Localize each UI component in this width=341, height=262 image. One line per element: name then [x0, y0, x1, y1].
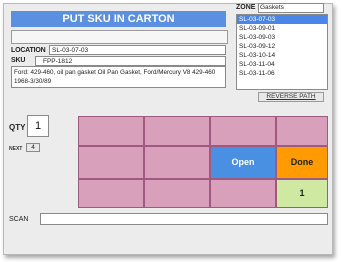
scan-input[interactable]	[40, 213, 328, 225]
location-list-item[interactable]: SL-03-11-06	[237, 69, 327, 78]
page-title: PUT SKU IN CARTON	[11, 11, 226, 27]
done-button[interactable]: Done	[276, 146, 328, 179]
location-field[interactable]: SL-03-07-03	[49, 45, 226, 55]
location-list-item[interactable]: SL-03-09-03	[237, 33, 327, 42]
location-list-item[interactable]: SL-03-10-14	[237, 51, 327, 60]
grid-button-r1c4[interactable]	[276, 116, 328, 146]
quantity-one-button[interactable]: 1	[276, 179, 328, 208]
next-label: NEXT	[9, 146, 23, 152]
zone-label: ZONE	[236, 4, 256, 11]
location-label: LOCATION	[11, 47, 46, 54]
grid-button-r1c1[interactable]	[78, 116, 144, 146]
sku-field[interactable]: FPP-1812	[35, 56, 226, 66]
grid-button-r2c2[interactable]	[144, 146, 210, 179]
location-list-item[interactable]: SL-03-07-03	[237, 15, 327, 24]
qty-input[interactable]: 1	[27, 115, 49, 137]
qty-label: QTY	[9, 123, 26, 132]
sku-label: SKU	[11, 57, 26, 64]
location-list-item[interactable]: SL-03-11-04	[237, 60, 327, 69]
grid-button-r3c2[interactable]	[144, 179, 210, 208]
grid-button-r3c3[interactable]	[210, 179, 276, 208]
grid-button-r3c1[interactable]	[78, 179, 144, 208]
location-list[interactable]: SL-03-07-03 SL-03-09-01 SL-03-09-03 SL-0…	[236, 14, 328, 90]
scan-label: SCAN	[9, 216, 29, 223]
sku-description: Ford: 429-460, oil pan gasket Oil Pan Ga…	[11, 66, 226, 88]
open-button[interactable]: Open	[210, 146, 276, 179]
grid-button-r1c3[interactable]	[210, 116, 276, 146]
next-value: 4	[26, 143, 40, 152]
zone-field[interactable]: Gaskets	[258, 3, 324, 13]
grid-button-r2c1[interactable]	[78, 146, 144, 179]
location-list-item[interactable]: SL-03-09-01	[237, 24, 327, 33]
location-list-item[interactable]: SL-03-09-12	[237, 42, 327, 51]
grid-button-r1c2[interactable]	[144, 116, 210, 146]
message-box	[11, 30, 228, 44]
reverse-path-button[interactable]: REVERSE PATH	[258, 92, 324, 102]
